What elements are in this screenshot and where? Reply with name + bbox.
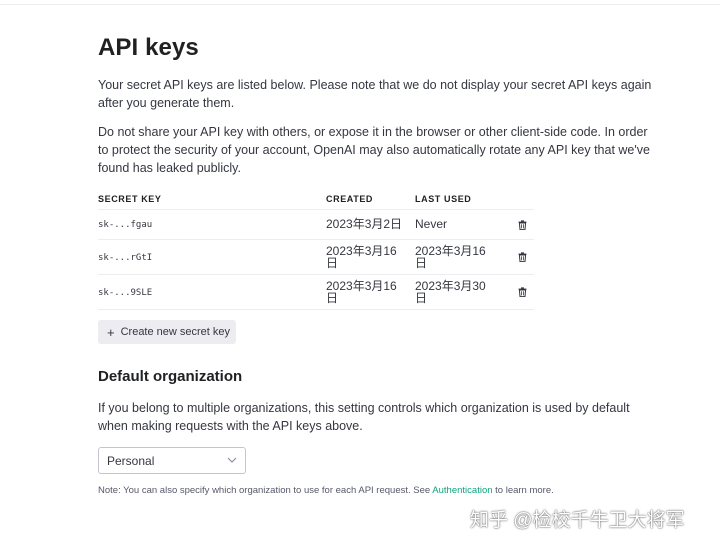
last-used-date: 2023年3月30日 bbox=[415, 279, 486, 305]
page-title: API keys bbox=[98, 34, 199, 61]
trash-icon[interactable] bbox=[518, 252, 527, 262]
created-date: 2023年3月16日 bbox=[326, 244, 397, 270]
security-warning-text: Do not share your API key with others, o… bbox=[98, 125, 650, 175]
api-keys-table: SECRET KEY CREATED LAST USED sk-...fgau … bbox=[98, 188, 534, 310]
table-row: sk-...9SLE 2023年3月16日 2023年3月30日 bbox=[98, 275, 534, 310]
intro-text: Your secret API keys are listed below. P… bbox=[98, 78, 652, 110]
zhihu-watermark: 知乎 @检校千牛卫大将军 bbox=[470, 510, 685, 531]
trash-icon[interactable] bbox=[518, 220, 527, 230]
trash-icon[interactable] bbox=[518, 287, 527, 297]
secret-key-value: sk-...fgau bbox=[98, 220, 153, 230]
note-suffix: to learn more. bbox=[492, 485, 554, 496]
chevron-down-icon bbox=[227, 457, 237, 463]
note-prefix: Note: You can also specify which organiz… bbox=[98, 485, 433, 496]
last-used-date: Never bbox=[415, 217, 448, 231]
table-header: SECRET KEY CREATED LAST USED bbox=[98, 188, 534, 210]
plus-icon: + bbox=[107, 324, 115, 340]
organization-select-value: Personal bbox=[107, 453, 155, 468]
organization-description: If you belong to multiple organizations,… bbox=[98, 401, 630, 433]
header-created: CREATED bbox=[326, 194, 374, 204]
header-secret-key: SECRET KEY bbox=[98, 194, 162, 204]
secret-key-value: sk-...9SLE bbox=[98, 288, 153, 298]
created-date: 2023年3月16日 bbox=[326, 279, 397, 305]
create-button-label: Create new secret key bbox=[120, 326, 231, 338]
header-last-used: LAST USED bbox=[415, 194, 472, 204]
table-row: sk-...rGtI 2023年3月16日 2023年3月16日 bbox=[98, 240, 534, 275]
top-divider bbox=[0, 4, 720, 5]
last-used-date: 2023年3月16日 bbox=[415, 244, 486, 270]
organization-select[interactable]: Personal bbox=[98, 447, 246, 474]
default-organization-heading: Default organization bbox=[98, 368, 243, 385]
table-row: sk-...fgau 2023年3月2日 Never bbox=[98, 210, 534, 240]
authentication-link[interactable]: Authentication bbox=[432, 485, 492, 496]
created-date: 2023年3月2日 bbox=[326, 217, 403, 231]
create-new-secret-key-button[interactable]: + Create new secret key bbox=[98, 320, 236, 344]
secret-key-value: sk-...rGtI bbox=[98, 253, 153, 263]
organization-note: Note: You can also specify which organiz… bbox=[98, 485, 554, 496]
